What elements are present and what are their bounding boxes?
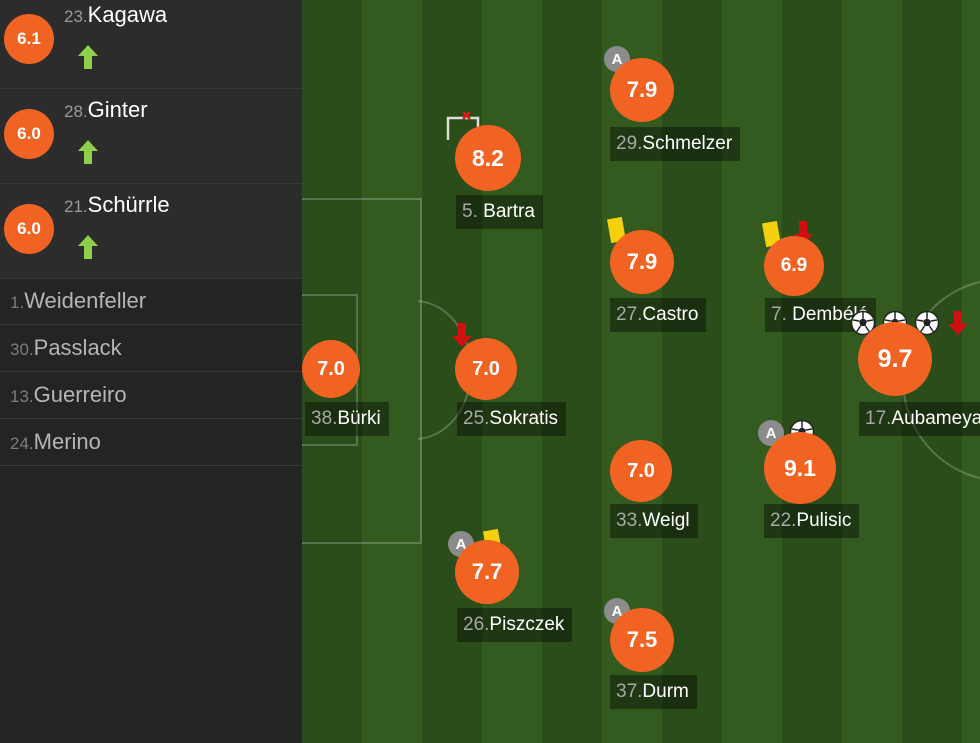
- player-name: Ginter: [87, 97, 148, 122]
- player-number: 29.: [616, 133, 643, 154]
- player-number: 1.: [10, 293, 25, 312]
- player-label[interactable]: 5. Bartra: [456, 195, 543, 229]
- player-number: 7.: [771, 304, 787, 325]
- player-number-and-name: 23.Kagawa: [64, 2, 167, 28]
- substitute-row[interactable]: 6.1 23.Kagawa: [0, 0, 302, 89]
- rating-badge: 7.0: [302, 340, 360, 398]
- bench-player-row[interactable]: 1.Weidenfeller: [0, 278, 302, 325]
- player-name: Pulisic: [796, 510, 852, 531]
- player-name: Durm: [642, 681, 689, 702]
- sub-on-arrow-icon: [78, 45, 98, 69]
- sub-off-arrow-icon: [948, 311, 968, 335]
- substitute-row[interactable]: 6.0 28.Ginter: [0, 89, 302, 184]
- player-name: Kagawa: [87, 2, 168, 27]
- player-number-and-name: 28.Ginter: [64, 97, 148, 123]
- rating-badge: 9.1: [764, 432, 836, 504]
- rating-badge: 9.7: [858, 322, 932, 396]
- player-number: 23.: [64, 7, 88, 26]
- bench-player: 30.Passlack: [10, 335, 122, 361]
- player-number: 5.: [462, 201, 478, 222]
- rating-badge: 6.1: [4, 14, 54, 64]
- player-number: 37.: [616, 681, 643, 702]
- player-number: 28.: [64, 102, 88, 121]
- substitutes-sidebar: 6.1 23.Kagawa 6.0 28.Ginter 6.0 21.Schür…: [0, 0, 302, 743]
- player-number: 17.: [865, 408, 892, 429]
- player-number: 30.: [10, 340, 34, 359]
- player-label[interactable]: 26.Piszczek: [457, 608, 573, 642]
- bench-player-row[interactable]: 24.Merino: [0, 419, 302, 466]
- rating-badge: 6.9: [764, 236, 824, 296]
- rating-badge: 7.0: [610, 440, 672, 502]
- player-name: Bartra: [483, 201, 535, 222]
- bench-player-row[interactable]: 13.Guerreiro: [0, 372, 302, 419]
- player-name: Castro: [642, 304, 699, 325]
- player-name: Weigl: [642, 510, 690, 531]
- bench-player: 13.Guerreiro: [10, 382, 127, 408]
- rating-badge: 6.0: [4, 204, 54, 254]
- player-label[interactable]: 25.Sokratis: [457, 402, 567, 436]
- rating-badge: 7.5: [610, 608, 674, 672]
- rating-badge: 7.9: [610, 230, 674, 294]
- player-label[interactable]: 38.Bürki: [305, 402, 389, 436]
- player-label[interactable]: 37.Durm: [610, 675, 697, 709]
- pitch: 7.0 38.Bürki 8.2 5. Bartra 7.0 25.Sokrat…: [302, 0, 980, 743]
- sub-on-arrow-icon: [78, 235, 98, 259]
- player-label[interactable]: 22.Pulisic: [764, 504, 860, 538]
- player-label[interactable]: 33.Weigl: [610, 504, 698, 538]
- rating-badge: 7.9: [610, 58, 674, 122]
- player-name: Piszczek: [489, 614, 565, 635]
- sub-on-arrow-icon: [78, 140, 98, 164]
- player-number: 24.: [10, 434, 34, 453]
- player-label[interactable]: 27.Castro: [610, 298, 707, 332]
- player-name: Passlack: [33, 335, 122, 360]
- rating-badge: 7.7: [455, 540, 519, 604]
- player-name: Merino: [33, 429, 101, 454]
- player-label[interactable]: 29.Schmelzer: [610, 127, 741, 161]
- player-number: 33.: [616, 510, 643, 531]
- player-name: Sokratis: [489, 408, 559, 429]
- player-number: 27.: [616, 304, 643, 325]
- player-number: 13.: [10, 387, 34, 406]
- player-name: Schmelzer: [642, 133, 733, 154]
- player-name: Aubameyang: [891, 408, 980, 429]
- rating-badge: 6.0: [4, 109, 54, 159]
- bench-player: 1.Weidenfeller: [10, 288, 146, 314]
- player-number: 21.: [64, 197, 88, 216]
- player-number: 38.: [311, 408, 338, 429]
- player-name: Weidenfeller: [24, 288, 147, 313]
- player-name: Guerreiro: [33, 382, 127, 407]
- player-number-and-name: 21.Schürrle: [64, 192, 170, 218]
- player-number: 22.: [770, 510, 797, 531]
- substitute-row[interactable]: 6.0 21.Schürrle: [0, 184, 302, 279]
- player-name: Bürki: [337, 408, 381, 429]
- player-number: 25.: [463, 408, 490, 429]
- rating-badge: 8.2: [455, 125, 521, 191]
- bench-player: 24.Merino: [10, 429, 101, 455]
- rating-badge: 7.0: [455, 338, 517, 400]
- player-name: Schürrle: [87, 192, 170, 217]
- bench-player-row[interactable]: 30.Passlack: [0, 325, 302, 372]
- player-label[interactable]: 17.Aubameyang: [859, 402, 980, 436]
- player-number: 26.: [463, 614, 490, 635]
